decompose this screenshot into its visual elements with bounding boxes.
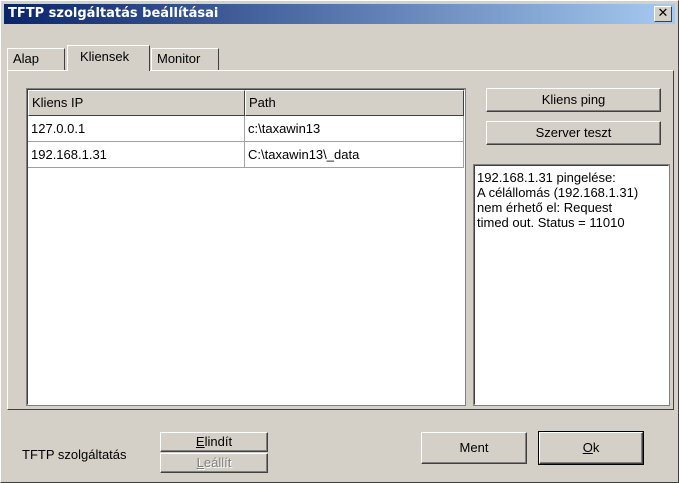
close-icon: ✕ (657, 6, 669, 21)
cell-path[interactable]: C:\taxawin13\_data (245, 142, 464, 168)
tab-alap[interactable]: Alap (7, 48, 65, 70)
cell-path[interactable]: c:\taxawin13 (245, 116, 464, 142)
ping-output: 192.168.1.31 pingelése: A célállomás (19… (473, 164, 670, 406)
clients-grid[interactable]: Kliens IP Path 127.0.0.1 c:\taxawin13 19… (26, 88, 466, 406)
dialog-window: TFTP szolgáltatás beállításai ✕ Alap Kli… (0, 0, 679, 483)
ok-mnemonic: O (582, 440, 593, 455)
column-header-ip[interactable]: Kliens IP (28, 90, 245, 116)
client-ping-button[interactable]: Kliens ping (486, 88, 661, 112)
ok-label: k (592, 440, 600, 455)
cell-ip[interactable]: 127.0.0.1 (28, 116, 245, 142)
close-button[interactable]: ✕ (654, 6, 672, 22)
start-mnemonic: E (195, 434, 205, 449)
save-button[interactable]: Ment (421, 432, 527, 464)
server-test-button[interactable]: Szerver teszt (486, 121, 661, 145)
start-label: lindít (204, 434, 233, 449)
table-row[interactable]: 127.0.0.1 c:\taxawin13 (28, 116, 464, 142)
cell-ip[interactable]: 192.168.1.31 (28, 142, 245, 168)
window-title: TFTP szolgáltatás beállításai (8, 6, 219, 21)
tab-label: Alap (13, 51, 40, 66)
title-bar: TFTP szolgáltatás beállításai ✕ (4, 4, 675, 24)
column-header-path[interactable]: Path (245, 90, 464, 116)
start-service-button[interactable]: Elindít (160, 432, 268, 452)
stop-label: eállít (203, 455, 232, 470)
tab-kliensek[interactable]: Kliensek (67, 45, 150, 71)
tab-label: Kliensek (80, 49, 130, 64)
ok-button[interactable]: Ok (538, 431, 644, 465)
stop-mnemonic: L (196, 455, 204, 470)
service-label: TFTP szolgáltatás (22, 447, 127, 462)
stop-service-button[interactable]: Leállít (160, 453, 268, 473)
table-row[interactable]: 192.168.1.31 C:\taxawin13\_data (28, 142, 464, 168)
grid-header: Kliens IP Path (28, 90, 464, 116)
tab-label: Monitor (157, 51, 201, 66)
tab-monitor[interactable]: Monitor (151, 48, 219, 70)
